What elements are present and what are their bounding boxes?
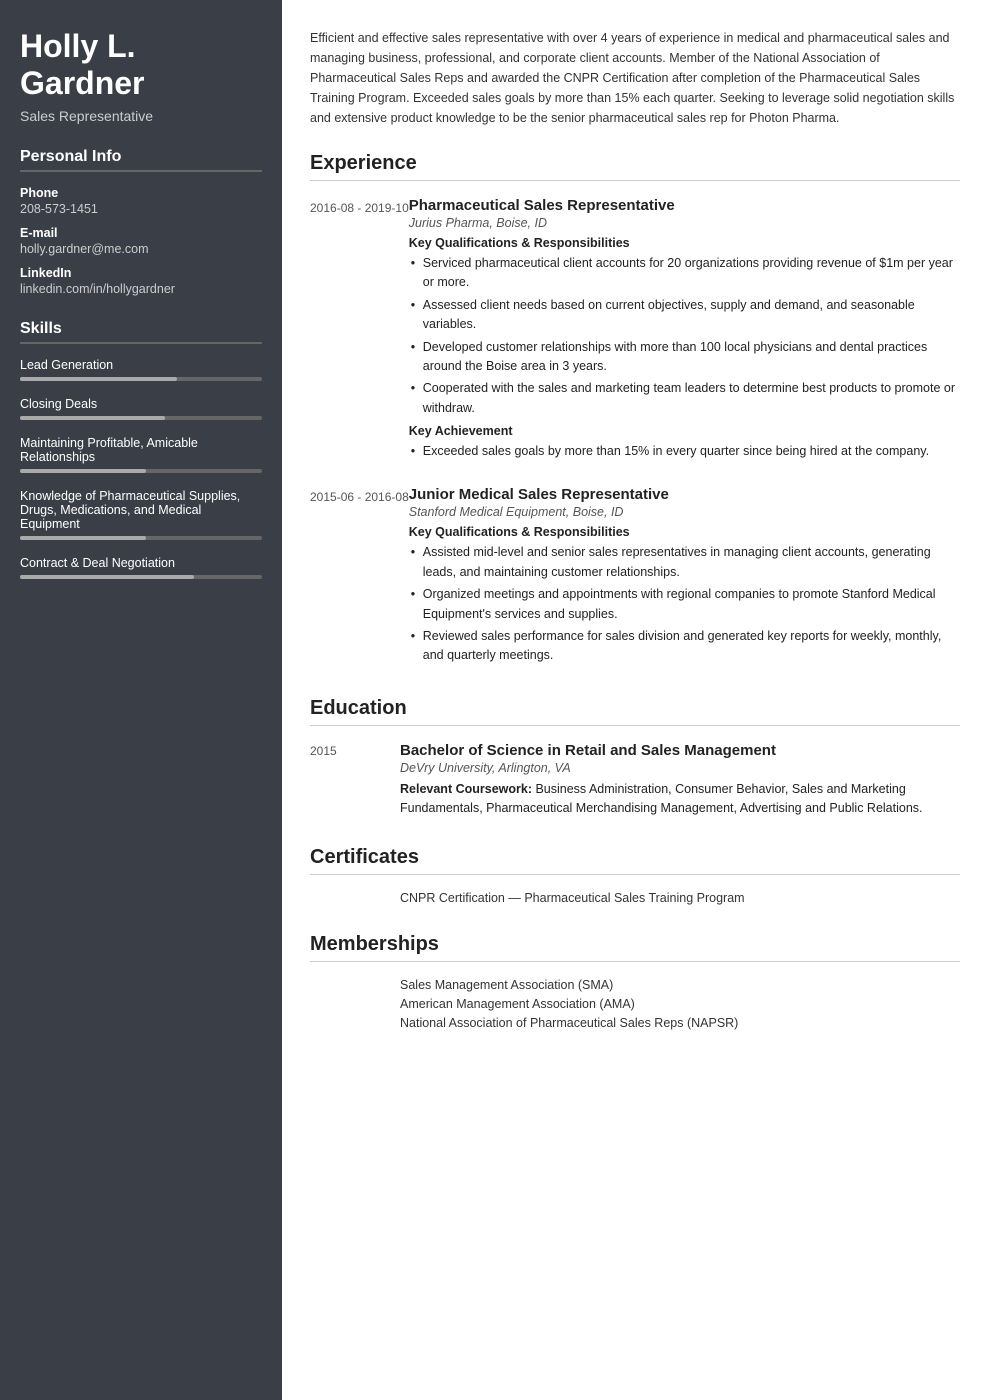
membership-row: National Association of Pharmaceutical S…: [310, 1016, 960, 1030]
skills-heading: Skills: [20, 320, 262, 344]
exp-content: Junior Medical Sales Representative Stan…: [409, 486, 960, 668]
email-label: E-mail: [20, 226, 262, 240]
edu-coursework: Relevant Coursework: Business Administra…: [400, 780, 960, 819]
skill-bar-bg: [20, 536, 262, 540]
edu-degree: Bachelor of Science in Retail and Sales …: [400, 742, 960, 759]
summary-text: Efficient and effective sales representa…: [310, 28, 960, 128]
skill-bar-bg: [20, 575, 262, 579]
exp-bullet: Reviewed sales performance for sales div…: [409, 627, 960, 666]
linkedin-label: LinkedIn: [20, 266, 262, 280]
cert-spacer: [310, 891, 400, 905]
personal-info-heading: Personal Info: [20, 148, 262, 172]
membership-text: American Management Association (AMA): [400, 997, 635, 1011]
exp-job-title: Junior Medical Sales Representative: [409, 486, 960, 503]
exp-achievement-bullet: Exceeded sales goals by more than 15% in…: [409, 442, 960, 461]
skill-item: Maintaining Profitable, Amicable Relatio…: [20, 436, 262, 473]
exp-company: Stanford Medical Equipment, Boise, ID: [409, 505, 960, 519]
certificates-section: Certificates CNPR Certification — Pharma…: [310, 846, 960, 905]
membership-spacer: [310, 1016, 400, 1030]
membership-text: Sales Management Association (SMA): [400, 978, 613, 992]
education-row: 2015 Bachelor of Science in Retail and S…: [310, 742, 960, 819]
exp-bullet: Assessed client needs based on current o…: [409, 296, 960, 335]
skill-name: Knowledge of Pharmaceutical Supplies, Dr…: [20, 489, 262, 531]
skill-name: Lead Generation: [20, 358, 262, 372]
candidate-name: Holly L. Gardner: [20, 28, 262, 102]
phone-value: 208-573-1451: [20, 202, 262, 216]
exp-job-title: Pharmaceutical Sales Representative: [409, 197, 960, 214]
skill-bar-fill: [20, 416, 165, 420]
certificate-row: CNPR Certification — Pharmaceutical Sale…: [310, 891, 960, 905]
sidebar: Holly L. Gardner Sales Representative Pe…: [0, 0, 282, 1400]
experience-row: 2016-08 - 2019-10 Pharmaceutical Sales R…: [310, 197, 960, 464]
candidate-title: Sales Representative: [20, 108, 262, 124]
exp-bullet: Cooperated with the sales and marketing …: [409, 379, 960, 418]
exp-date: 2015-06 - 2016-08: [310, 486, 409, 668]
skill-bar-fill: [20, 469, 146, 473]
experience-section: Experience 2016-08 - 2019-10 Pharmaceuti…: [310, 152, 960, 669]
edu-content: Bachelor of Science in Retail and Sales …: [400, 742, 960, 819]
linkedin-value: linkedin.com/in/hollygardner: [20, 282, 262, 296]
phone-label: Phone: [20, 186, 262, 200]
certificates-heading: Certificates: [310, 846, 960, 875]
exp-bullet: Assisted mid-level and senior sales repr…: [409, 543, 960, 582]
skill-bar-bg: [20, 377, 262, 381]
exp-company: Jurius Pharma, Boise, ID: [409, 216, 960, 230]
skill-bar-fill: [20, 575, 194, 579]
skill-item: Lead Generation: [20, 358, 262, 381]
skill-name: Contract & Deal Negotiation: [20, 556, 262, 570]
exp-bullet: Organized meetings and appointments with…: [409, 585, 960, 624]
skill-name: Closing Deals: [20, 397, 262, 411]
experience-heading: Experience: [310, 152, 960, 181]
education-section: Education 2015 Bachelor of Science in Re…: [310, 697, 960, 819]
exp-date: 2016-08 - 2019-10: [310, 197, 409, 464]
membership-spacer: [310, 978, 400, 992]
skill-item: Closing Deals: [20, 397, 262, 420]
education-heading: Education: [310, 697, 960, 726]
exp-content: Pharmaceutical Sales Representative Juri…: [409, 197, 960, 464]
membership-row: American Management Association (AMA): [310, 997, 960, 1011]
membership-text: National Association of Pharmaceutical S…: [400, 1016, 738, 1030]
exp-bullet: Developed customer relationships with mo…: [409, 338, 960, 377]
edu-date: 2015: [310, 742, 400, 819]
exp-qualifications-heading: Key Qualifications & Responsibilities: [409, 236, 960, 250]
memberships-heading: Memberships: [310, 933, 960, 962]
skill-bar-fill: [20, 536, 146, 540]
email-value: holly.gardner@me.com: [20, 242, 262, 256]
edu-school: DeVry University, Arlington, VA: [400, 761, 960, 775]
skill-item: Knowledge of Pharmaceutical Supplies, Dr…: [20, 489, 262, 540]
skill-item: Contract & Deal Negotiation: [20, 556, 262, 579]
skill-bar-bg: [20, 469, 262, 473]
skill-bar-bg: [20, 416, 262, 420]
experience-row: 2015-06 - 2016-08 Junior Medical Sales R…: [310, 486, 960, 668]
main-content: Efficient and effective sales representa…: [282, 0, 990, 1400]
exp-achievement-heading: Key Achievement: [409, 424, 960, 438]
certificate-text: CNPR Certification — Pharmaceutical Sale…: [400, 891, 745, 905]
skill-bar-fill: [20, 377, 177, 381]
membership-spacer: [310, 997, 400, 1011]
skill-name: Maintaining Profitable, Amicable Relatio…: [20, 436, 262, 464]
memberships-section: Memberships Sales Management Association…: [310, 933, 960, 1030]
exp-qualifications-heading: Key Qualifications & Responsibilities: [409, 525, 960, 539]
membership-row: Sales Management Association (SMA): [310, 978, 960, 992]
exp-bullet: Serviced pharmaceutical client accounts …: [409, 254, 960, 293]
